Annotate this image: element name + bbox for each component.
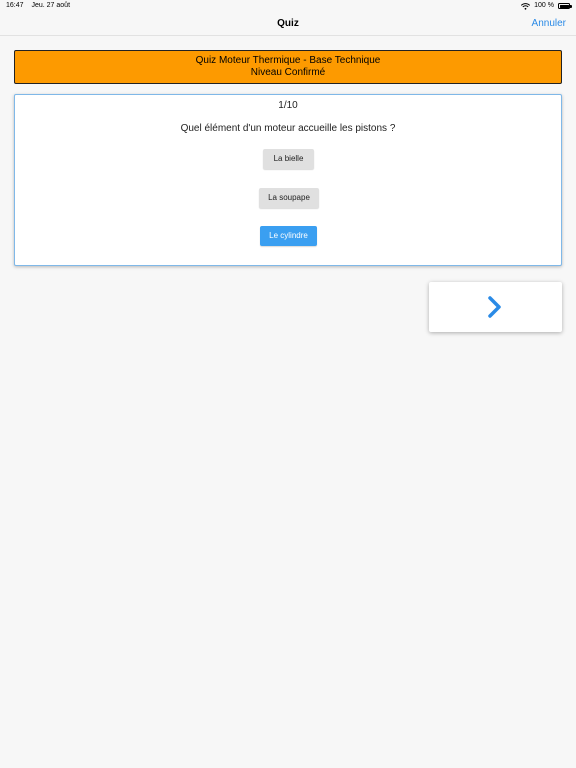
- question-progress: 1/10: [278, 100, 298, 111]
- page-title: Quiz: [277, 18, 299, 29]
- question-text: Quel élément d'un moteur accueille les p…: [180, 123, 396, 134]
- wifi-icon: [521, 2, 531, 10]
- quiz-title: Quiz Moteur Thermique - Base Technique: [195, 55, 381, 66]
- battery-icon: [558, 3, 572, 9]
- quiz-level: Niveau Confirmé: [250, 67, 326, 78]
- answer-button-1[interactable]: La bielle: [263, 149, 314, 169]
- quiz-title-banner: Quiz Moteur Thermique - Base Technique N…: [14, 50, 562, 84]
- question-card: 1/10 Quel élément d'un moteur accueille …: [14, 94, 562, 266]
- cancel-button[interactable]: Annuler: [532, 12, 566, 36]
- status-left: 16:47 Jeu. 27 août: [6, 0, 76, 12]
- answer-button-3[interactable]: Le cylindre: [260, 226, 317, 246]
- next-question-button[interactable]: [429, 282, 562, 332]
- battery-percentage: 100 %: [534, 2, 554, 9]
- status-date: Jeu. 27 août: [31, 2, 71, 9]
- navigation-bar: Quiz Annuler: [0, 12, 576, 36]
- status-bar: 16:47 Jeu. 27 août 100 %: [0, 0, 576, 12]
- chevron-right-icon: [488, 296, 501, 318]
- status-right: 100 %: [521, 0, 572, 12]
- status-time: 16:47: [6, 2, 24, 9]
- answer-button-2[interactable]: La soupape: [259, 188, 319, 208]
